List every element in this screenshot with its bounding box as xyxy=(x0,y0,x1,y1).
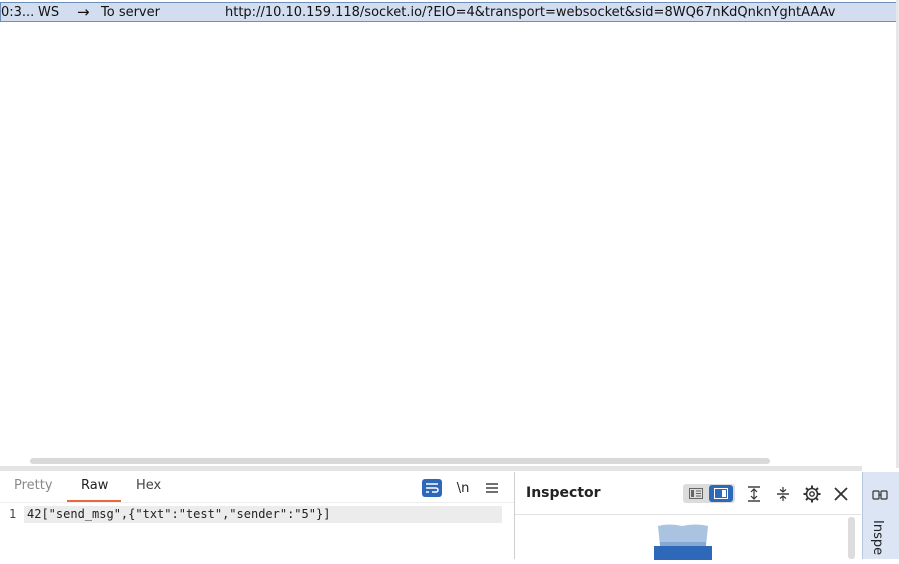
message-text[interactable]: 42["send_msg",{"txt":"test","sender":"5"… xyxy=(24,506,502,523)
arrow-right-icon: → xyxy=(77,3,90,21)
inspector-hat-icon xyxy=(654,524,714,564)
pane-divider[interactable] xyxy=(0,466,862,471)
tab-inspector[interactable]: Inspe xyxy=(870,520,885,555)
horizontal-scrollbar[interactable] xyxy=(30,458,770,464)
tab-hex[interactable]: Hex xyxy=(136,478,161,493)
menu-icon[interactable] xyxy=(482,479,502,497)
word-wrap-icon[interactable] xyxy=(422,479,442,497)
message-type: WS xyxy=(38,5,60,20)
message-time: 0:3... xyxy=(1,5,35,20)
inspector-separator xyxy=(515,514,861,515)
inspector-title: Inspector xyxy=(526,485,601,501)
message-editor: Pretty Raw Hex \n 1 42["send_msg",{"txt"… xyxy=(0,472,514,559)
editor-separator xyxy=(0,502,514,503)
tab-raw[interactable]: Raw xyxy=(81,478,108,493)
collapse-all-icon[interactable] xyxy=(773,484,793,504)
side-panel-layout-icon[interactable] xyxy=(709,485,733,502)
tab-pretty[interactable]: Pretty xyxy=(14,478,53,493)
expand-all-icon[interactable] xyxy=(744,484,764,504)
gear-icon[interactable] xyxy=(802,484,822,504)
show-newlines-button[interactable]: \n xyxy=(453,479,473,497)
list-layout-icon[interactable] xyxy=(685,486,707,501)
line-number: 1 xyxy=(9,507,17,521)
inspector-panel: Inspector xyxy=(515,472,861,560)
message-url: http://10.10.159.118/socket.io/?EIO=4&tr… xyxy=(225,5,836,20)
close-icon[interactable] xyxy=(831,484,851,504)
side-tab-strip: Inspe xyxy=(862,472,899,559)
layout-toggle xyxy=(683,484,735,503)
inspector-scrollbar[interactable] xyxy=(848,517,855,559)
inspector-tab-icon[interactable] xyxy=(872,488,888,506)
message-direction: To server xyxy=(101,5,160,20)
websocket-message-row[interactable]: 0:3... WS → To server http://10.10.159.1… xyxy=(0,2,897,22)
